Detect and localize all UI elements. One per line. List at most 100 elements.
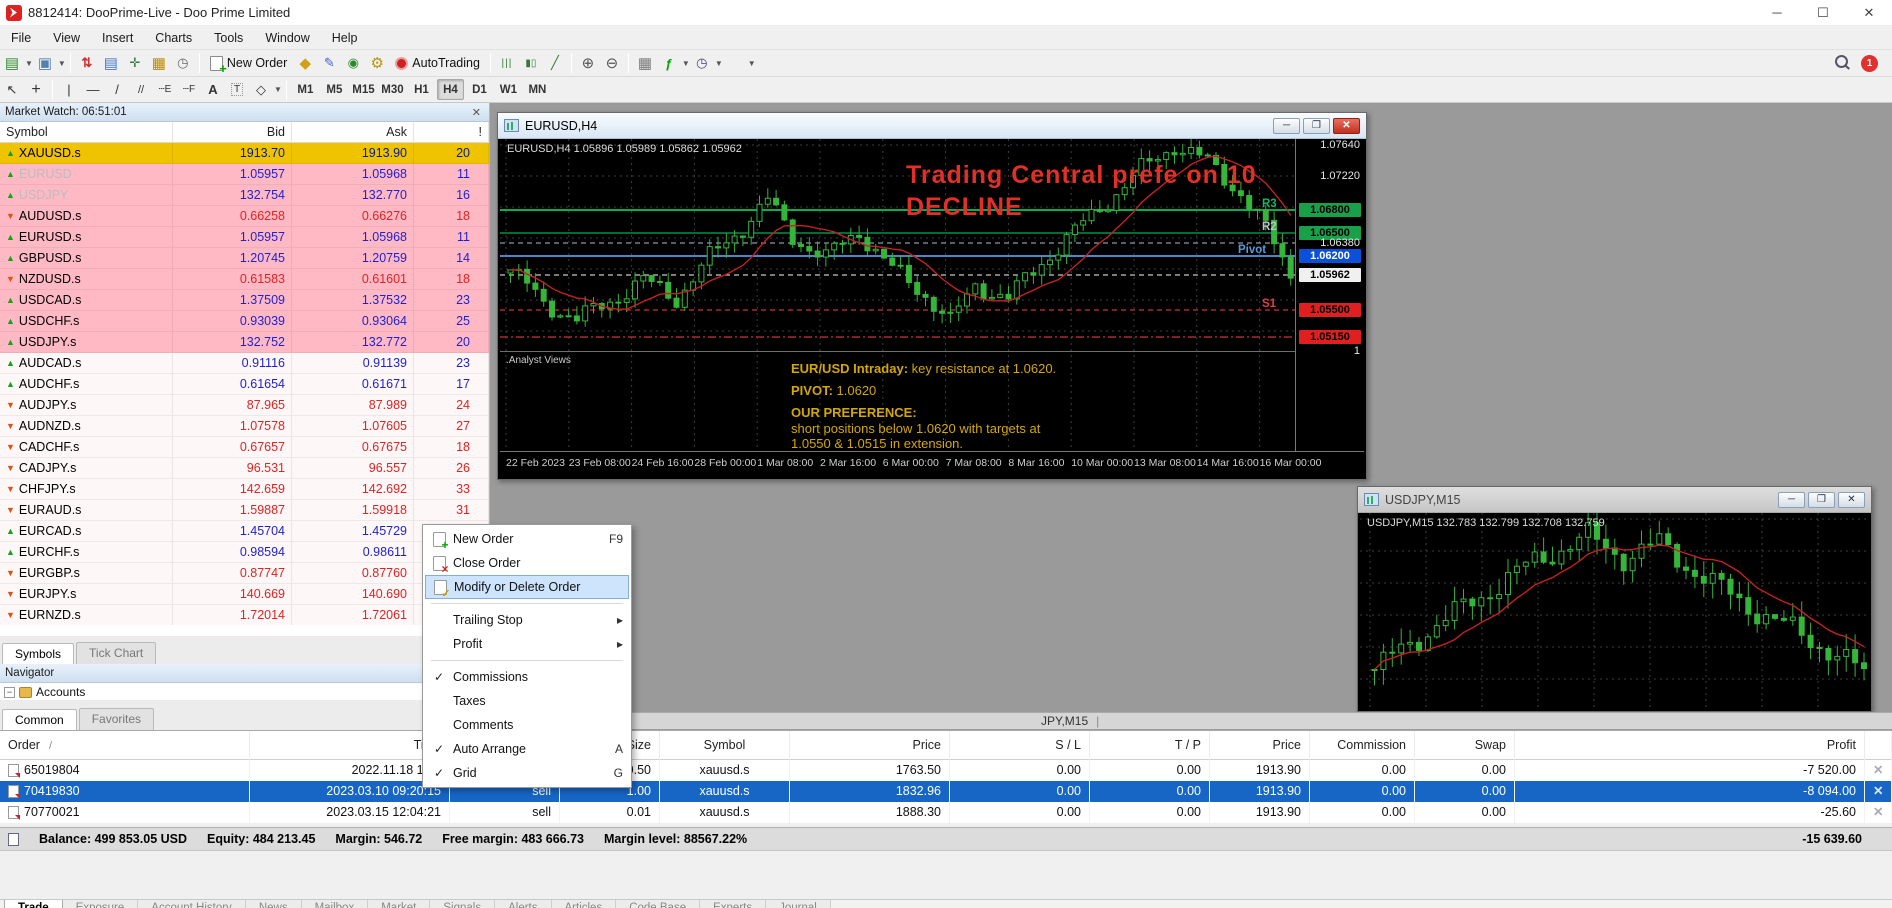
menu-view[interactable]: View [42, 26, 91, 50]
symbol-row-eurusd[interactable]: ▲EURUSD1.059571.0596811 [0, 164, 489, 185]
market-watch-toggle-icon[interactable] [76, 52, 98, 74]
orders-column-t-p[interactable]: T / P [1090, 731, 1210, 760]
crosshair-tool-icon[interactable] [25, 79, 47, 101]
tab-common[interactable]: Common [2, 709, 77, 731]
data-window-icon[interactable] [100, 52, 122, 74]
symbol-row-eurjpy-s[interactable]: ▼EURJPY.s140.669140.69021 [0, 584, 489, 605]
navigator-toggle-icon[interactable] [124, 52, 146, 74]
chart-minimize-button[interactable]: ─ [1273, 118, 1300, 134]
symbol-row-euraud-s[interactable]: ▼EURAUD.s1.598871.5991831 [0, 500, 489, 521]
shapes-dropdown-icon[interactable]: ▼ [274, 85, 282, 94]
metaeditor-icon[interactable] [318, 52, 340, 74]
subwindow-divider[interactable] [500, 351, 1295, 352]
menu-help[interactable]: Help [321, 26, 369, 50]
cursor-tool-icon[interactable] [1, 79, 23, 101]
shapes-tool-icon[interactable] [250, 79, 272, 101]
symbol-row-eurusd-s[interactable]: ▲EURUSD.s1.059571.0596811 [0, 227, 489, 248]
chart-restore-button[interactable]: ❐ [1303, 118, 1330, 134]
context-item-profit[interactable]: Profit▸ [425, 632, 629, 656]
vertical-line-tool-icon[interactable] [58, 79, 80, 101]
tile-windows-icon[interactable] [634, 52, 656, 74]
close-button[interactable]: ✕ [1846, 0, 1892, 26]
symbol-row-usdjpy[interactable]: ▲USDJPY132.754132.77016 [0, 185, 489, 206]
symbol-row-xauusd-s[interactable]: ▲XAUUSD.s1913.701913.9020 [0, 143, 489, 164]
context-item-modify-or-delete-order[interactable]: Modify or Delete Order [425, 575, 629, 599]
column-header-symbol[interactable]: Symbol [0, 122, 173, 143]
order-row-70770021[interactable]: 707700212023.03.15 12:04:21sell0.01xauus… [0, 802, 1892, 823]
timeframe-d1[interactable]: D1 [466, 79, 493, 100]
terminal-tab-account-history[interactable]: Account History [138, 900, 246, 908]
profiles-dropdown-icon[interactable]: ▼ [58, 59, 66, 68]
orders-column-price[interactable]: Price [1210, 731, 1310, 760]
orders-column-price[interactable]: Price [790, 731, 950, 760]
symbol-row-gbpusd-s[interactable]: ▲GBPUSD.s1.207451.2075914 [0, 248, 489, 269]
terminal-tab-alerts[interactable]: Alerts [495, 900, 551, 908]
orders-column-profit[interactable]: Profit [1515, 731, 1865, 760]
menu-window[interactable]: Window [254, 26, 320, 50]
terminal-tab-news[interactable]: News [246, 900, 302, 908]
terminal-tab-market[interactable]: Market [368, 900, 430, 908]
timeframe-m15[interactable]: M15 [350, 79, 377, 100]
timeframe-h4[interactable]: H4 [437, 79, 464, 100]
tab-tick-chart[interactable]: Tick Chart [76, 642, 156, 664]
channel-tool-icon[interactable] [130, 79, 152, 101]
price-axis[interactable]: 1.076401.072201.068001.065001.063801.062… [1295, 139, 1364, 451]
terminal-tab-experts[interactable]: Experts [700, 900, 766, 908]
new-chart-dropdown-icon[interactable]: ▼ [25, 59, 33, 68]
timeframe-mn[interactable]: MN [524, 79, 551, 100]
text-tool-icon[interactable] [202, 79, 224, 101]
orders-column-s-l[interactable]: S / L [950, 731, 1090, 760]
tree-collapse-icon[interactable]: − [4, 687, 15, 698]
zoom-out-icon[interactable] [601, 52, 623, 74]
close-order-icon[interactable]: ✕ [1865, 802, 1892, 823]
chart-eurusd-canvas[interactable]: EURUSD,H4 1.05896 1.05989 1.05862 1.0596… [500, 139, 1364, 477]
timeframe-m30[interactable]: M30 [379, 79, 406, 100]
horizontal-line-tool-icon[interactable] [82, 79, 104, 101]
close-order-icon[interactable]: ✕ [1865, 781, 1892, 802]
templates-dropdown-icon[interactable]: ▼ [748, 59, 756, 68]
symbol-row-eurchf-s[interactable]: ▲EURCHF.s0.985940.9861117 [0, 542, 489, 563]
periods-dropdown-icon[interactable]: ▼ [715, 59, 723, 68]
alerts-icon[interactable] [342, 52, 364, 74]
line-chart-icon[interactable] [544, 52, 566, 74]
bar-chart-icon[interactable] [496, 52, 518, 74]
maximize-button[interactable]: ☐ [1800, 0, 1846, 26]
symbol-row-cadjpy-s[interactable]: ▼CADJPY.s96.53196.55726 [0, 458, 489, 479]
periods-icon[interactable] [691, 52, 713, 74]
symbol-row-usdjpy-s[interactable]: ▲USDJPY.s132.752132.77220 [0, 332, 489, 353]
time-axis[interactable]: 22 Feb 202323 Feb 08:0024 Feb 16:0028 Fe… [500, 451, 1364, 477]
column-header-[interactable]: ! [414, 122, 489, 143]
orders-column-commission[interactable]: Commission [1310, 731, 1415, 760]
close-order-icon[interactable]: ✕ [1865, 760, 1892, 781]
new-chart-icon[interactable] [1, 52, 23, 74]
symbol-row-audchf-s[interactable]: ▲AUDCHF.s0.616540.6167117 [0, 374, 489, 395]
minimize-button[interactable]: ─ [1754, 0, 1800, 26]
order-row-65019804[interactable]: 650198042022.11.18 10:3sell0.50xauusd.s1… [0, 760, 1892, 781]
symbol-row-eurcad-s[interactable]: ▲EURCAD.s1.457041.4572925 [0, 521, 489, 542]
symbol-row-audusd-s[interactable]: ▼AUDUSD.s0.662580.6627618 [0, 206, 489, 227]
terminal-tab-trade[interactable]: Trade [4, 900, 63, 908]
symbol-row-eurnzd-s[interactable]: ▼EURNZD.s1.720141.7206147 [0, 605, 489, 625]
column-header-ask[interactable]: Ask [292, 122, 414, 143]
indicators-dropdown-icon[interactable]: ▼ [682, 59, 690, 68]
chart-usdjpy-titlebar[interactable]: USDJPY,M15 ─ ❐ ✕ [1358, 487, 1871, 513]
menu-tools[interactable]: Tools [203, 26, 254, 50]
equidistant-channel-icon[interactable] [154, 79, 176, 101]
timeframe-m5[interactable]: M5 [321, 79, 348, 100]
indicators-icon[interactable] [658, 52, 680, 74]
terminal-tab-mailbox[interactable]: Mailbox [302, 900, 369, 908]
symbol-row-audnzd-s[interactable]: ▼AUDNZD.s1.075781.0760527 [0, 416, 489, 437]
chart-close-button[interactable]: ✕ [1838, 492, 1865, 508]
terminal-tab-exposure[interactable]: Exposure [63, 900, 139, 908]
tab-symbols[interactable]: Symbols [2, 643, 74, 665]
chart-restore-button[interactable]: ❐ [1808, 492, 1835, 508]
symbol-row-eurgbp-s[interactable]: ▼EURGBP.s0.877470.8776013 [0, 563, 489, 584]
search-icon[interactable] [1832, 52, 1854, 74]
terminal-tab-signals[interactable]: Signals [430, 900, 495, 908]
profiles-icon[interactable] [34, 52, 56, 74]
orders-column-swap[interactable]: Swap [1415, 731, 1515, 760]
market-watch-close-icon[interactable]: ✕ [469, 106, 484, 119]
symbol-row-nzdusd-s[interactable]: ▼NZDUSD.s0.615830.6160118 [0, 269, 489, 290]
chart-eurusd-titlebar[interactable]: EURUSD,H4 ─ ❐ ✕ [498, 113, 1366, 139]
chart-minimize-button[interactable]: ─ [1778, 492, 1805, 508]
